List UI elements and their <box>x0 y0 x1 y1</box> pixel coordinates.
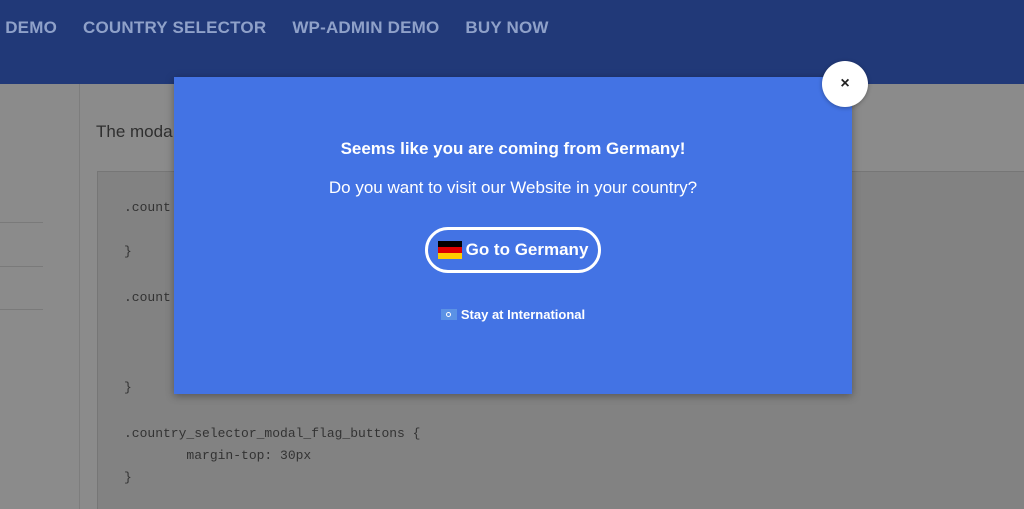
nav-item-country-selector[interactable]: COUNTRY SELECTOR <box>83 18 266 38</box>
main-nav: L DEMO COUNTRY SELECTOR WP-ADMIN DEMO BU… <box>0 18 549 38</box>
sidebar-divider <box>0 309 43 310</box>
stay-international-label: Stay at International <box>460 307 586 322</box>
modal-heading: Seems like you are coming from Germany! <box>340 139 686 158</box>
code-line: .count <box>124 200 171 215</box>
code-line: } <box>124 244 132 259</box>
intro-text: The moda <box>96 122 173 141</box>
germany-flag-icon <box>437 241 462 259</box>
close-button[interactable]: × <box>822 61 868 107</box>
code-line: .country_selector_modal_flag_buttons { <box>124 426 421 441</box>
left-sidebar <box>0 84 80 509</box>
top-navbar: L DEMO COUNTRY SELECTOR WP-ADMIN DEMO BU… <box>0 0 1024 84</box>
code-line: .count <box>124 290 171 305</box>
nav-item-wp-admin-demo[interactable]: WP-ADMIN DEMO <box>292 18 439 38</box>
code-line: } <box>124 380 132 395</box>
sidebar-divider <box>0 266 43 267</box>
un-flag-icon <box>440 309 457 320</box>
stay-international-link[interactable]: Stay at International <box>174 307 852 322</box>
sidebar-divider <box>0 222 43 223</box>
modal-question: Do you want to visit our Website in your… <box>328 178 698 197</box>
nav-item-demo[interactable]: L DEMO <box>0 18 57 38</box>
go-to-country-button[interactable]: Go to Germany <box>425 227 601 273</box>
code-line: margin-top: 30px <box>124 448 312 463</box>
go-to-country-label: Go to Germany <box>465 240 589 259</box>
code-line: } <box>124 470 132 485</box>
nav-item-buy-now[interactable]: BUY NOW <box>465 18 548 38</box>
close-icon: × <box>840 75 850 92</box>
country-selector-modal: Seems like you are coming from Germany! … <box>174 77 852 394</box>
